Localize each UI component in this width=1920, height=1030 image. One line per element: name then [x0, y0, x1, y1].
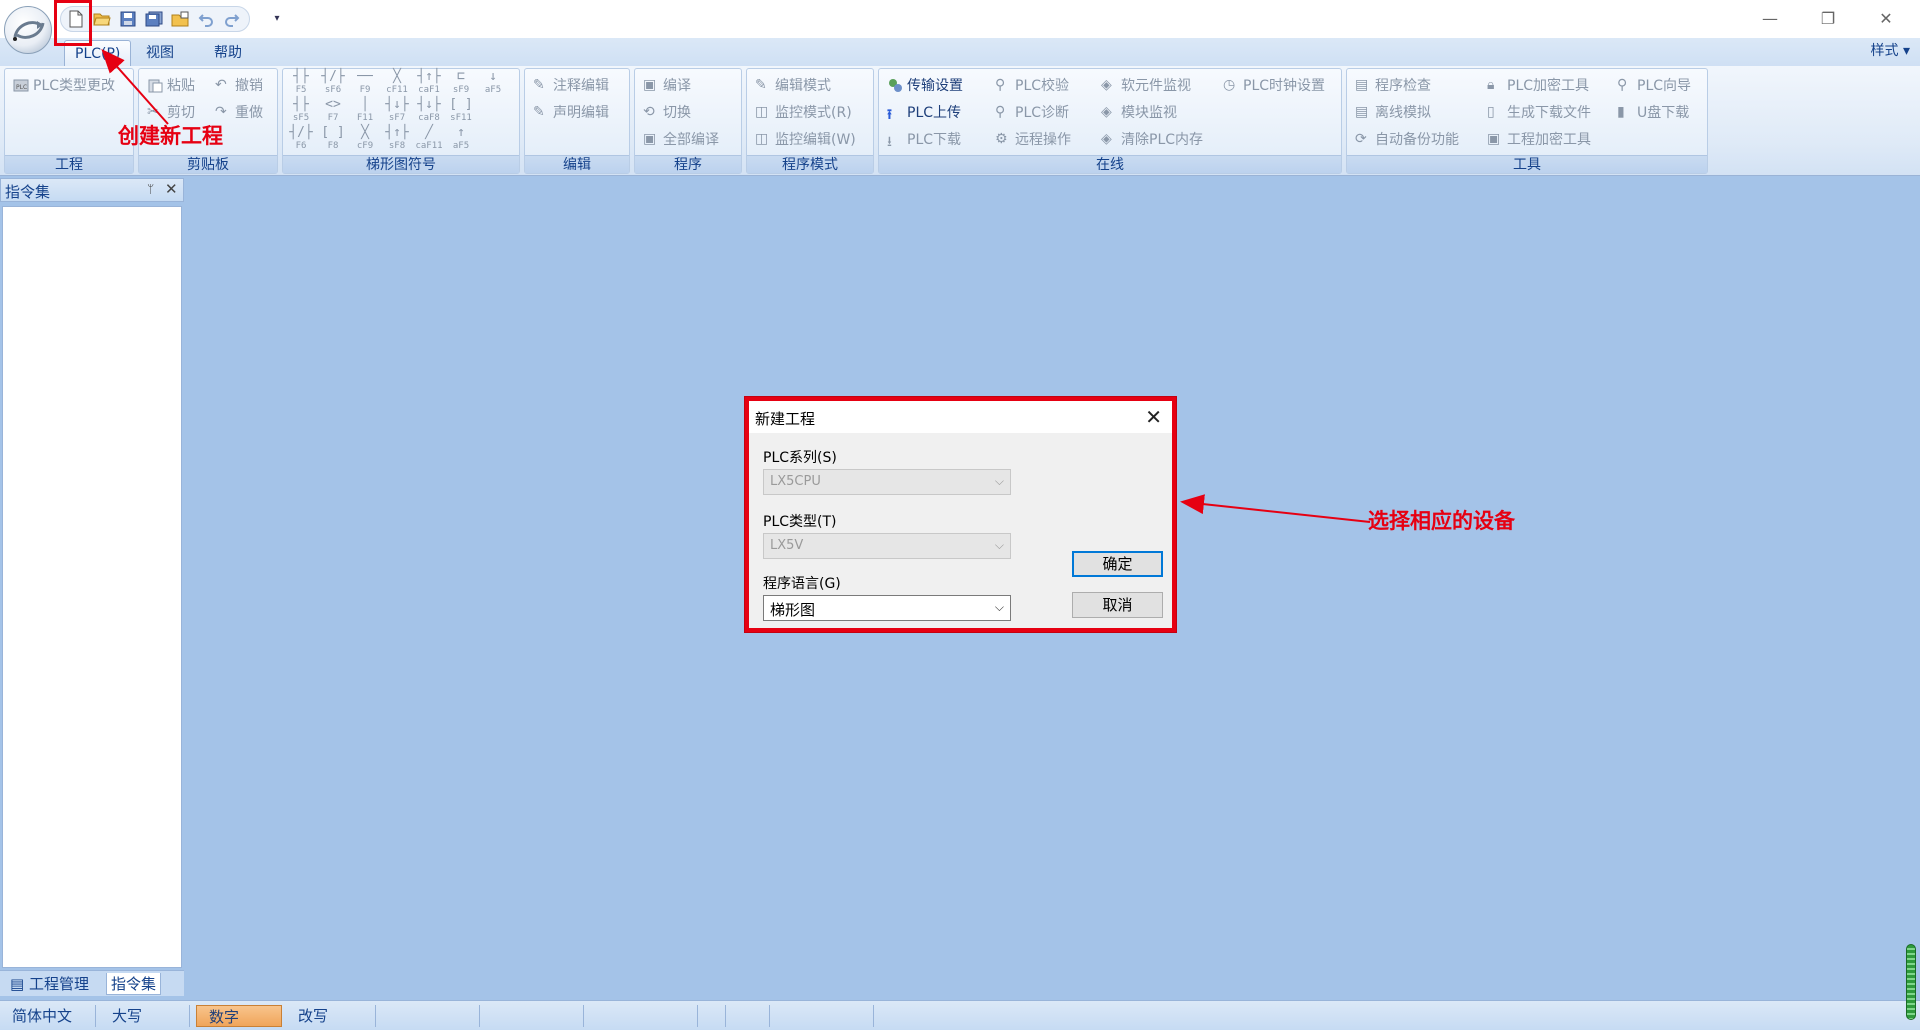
dialog-title: 新建工程 [755, 410, 816, 428]
status-language: 简体中文 [0, 1005, 96, 1027]
new-project-dialog: 新建工程 ✕ PLC系列(S) LX5CPU ⌵ PLC类型(T) LX5V ⌵… [745, 397, 1176, 632]
status-cell-empty-5 [730, 1005, 770, 1027]
status-caps: 大写 [100, 1005, 190, 1027]
plc-series-label: PLC系列(S) [763, 450, 837, 466]
arrow-to-dialog [1180, 494, 1371, 523]
application-menu-button[interactable] [4, 6, 52, 54]
ok-button[interactable]: 确定 [1072, 551, 1163, 577]
arrow-to-new-button [101, 49, 169, 125]
annotation-select-device: 选择相应的设备 [1368, 509, 1515, 533]
chevron-down-icon: ⌵ [994, 538, 1004, 552]
resize-grip[interactable] [1906, 944, 1916, 1020]
plc-series-select[interactable]: LX5CPU ⌵ [763, 469, 1011, 495]
chevron-down-icon: ⌵ [994, 474, 1004, 488]
status-cell-empty-6 [774, 1005, 874, 1027]
dialog-title-bar: 新建工程 ✕ [749, 401, 1172, 433]
plc-series-value: LX5CPU [770, 474, 821, 489]
status-cell-empty-4 [702, 1005, 726, 1027]
plc-type-label: PLC类型(T) [763, 514, 837, 530]
plc-type-value: LX5V [770, 538, 804, 553]
cancel-button[interactable]: 取消 [1072, 592, 1163, 618]
dialog-close-icon[interactable]: ✕ [1145, 405, 1162, 429]
program-language-select[interactable]: 梯形图 ⌵ [763, 595, 1011, 621]
new-project-highlight-box [54, 0, 92, 46]
status-cell-empty-2 [484, 1005, 584, 1027]
status-bar: 简体中文 大写 数字 改写 [0, 1000, 1920, 1030]
status-cell-empty-1 [380, 1005, 480, 1027]
program-language-value: 梯形图 [770, 601, 816, 619]
annotation-new-project: 创建新工程 [118, 124, 223, 148]
status-numlock: 数字 [196, 1005, 282, 1027]
status-cell-empty-3 [588, 1005, 698, 1027]
status-overwrite: 改写 [286, 1005, 376, 1027]
plc-type-select[interactable]: LX5V ⌵ [763, 533, 1011, 559]
chevron-down-icon: ⌵ [994, 600, 1004, 614]
program-language-label: 程序语言(G) [763, 576, 841, 592]
